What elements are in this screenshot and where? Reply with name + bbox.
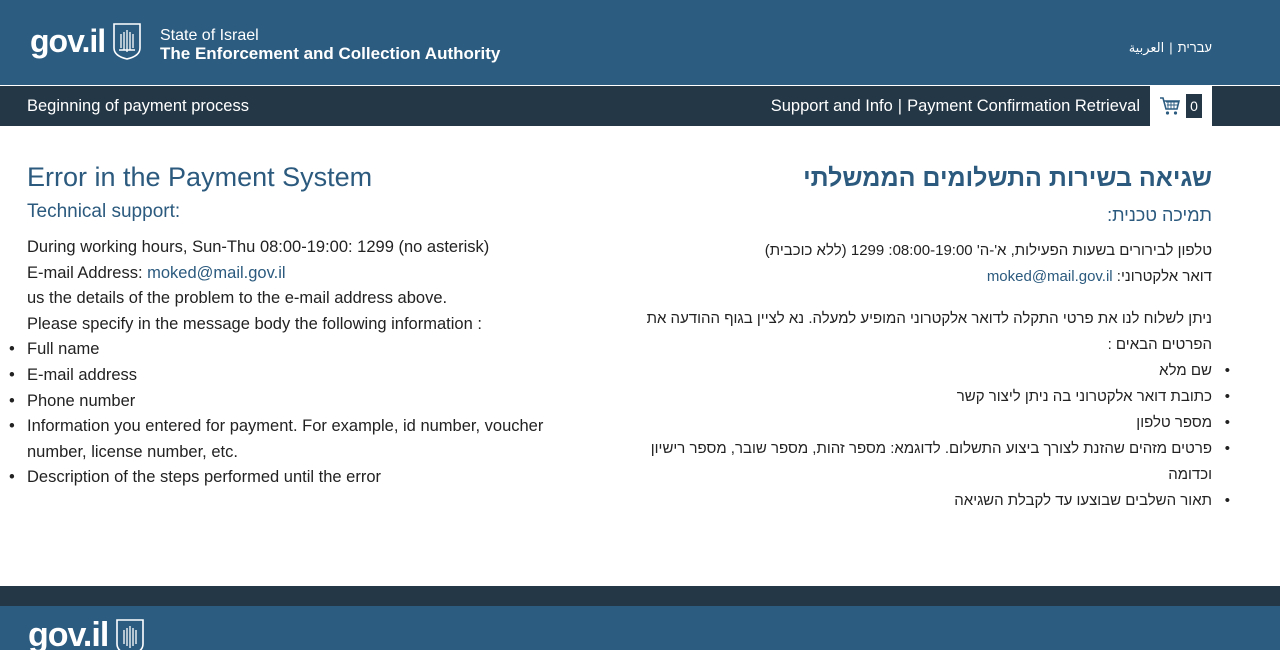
lang-arabic-link[interactable]: العربية [1129,40,1165,55]
list-item: שם מלא [620,358,1230,384]
lang-separator: | [1169,40,1173,55]
site-footer: gov.il [0,606,1280,656]
page-title-he: שגיאה בשירות התשלומים הממשלתי [803,164,1212,192]
list-item: תאור השלבים שבוצעו עד לקבלת השגיאה [620,488,1230,514]
required-info-list-he: שם מלא כתובת דואר אלקטרוני בה ניתן ליצור… [620,358,1230,514]
support-hours-en: During working hours, Sun-Thu 08:00-19:0… [27,238,490,256]
list-item: Information you entered for payment. For… [9,414,587,465]
page-title-en: Error in the Payment System [27,162,373,192]
cart-button[interactable]: 0 [1150,86,1212,126]
email-label-en: E-mail Address: [27,263,148,282]
payment-confirmation-link[interactable]: Payment Confirmation Retrieval [907,97,1140,115]
support-email-link-en[interactable]: moked@mail.gov.il [147,264,285,282]
list-item: כתובת דואר אלקטרוני בה ניתן ליצור קשר [620,384,1230,410]
footer-state-emblem-icon [116,619,145,656]
send-details-en: us the details of the problem to the e-m… [27,289,448,308]
lang-hebrew-link[interactable]: עברית [1178,40,1212,55]
email-line-he: דואר אלקטרוני: moked@mail.gov.il [620,264,1212,290]
language-switcher: עברית | العربية [1129,40,1212,56]
list-item: Full name [9,337,587,363]
support-info-link[interactable]: Support and Info [771,97,893,115]
state-of-israel-label: State of Israel [160,27,259,44]
gov-il-logo-text: gov.il [30,23,106,59]
list-item: Description of the steps performed until… [9,465,587,491]
email-label-he: דואר אלקטרוני: [1112,268,1212,285]
authority-title: The Enforcement and Collection Authority [160,44,501,63]
english-error-panel: Error in the Payment System Technical su… [9,162,587,491]
begin-payment-link[interactable]: Beginning of payment process [27,97,249,116]
shopping-cart-icon [1160,97,1181,115]
send-details-he: ניתן לשלוח לנו את פרטי התקלה לדואר אלקטר… [646,310,1212,353]
list-item: E-mail address [9,363,587,389]
hebrew-error-panel: שגיאה בשירות התשלומים הממשלתי תמיכה טכני… [620,164,1230,514]
support-hours-he: טלפון לבירורים בשעות הפעילות, א'-ה' 08:0… [764,242,1212,259]
gov-il-logo[interactable]: gov.il [30,20,143,62]
list-item: מספר טלפון [620,410,1230,436]
email-line-en: E-mail Address: moked@mail.gov.il [27,261,587,287]
support-heading-he: תמיכה טכנית: [1107,205,1212,225]
list-item: פרטים מזהים שהזנת לצורך ביצוע התשלום. לד… [620,436,1230,488]
support-email-link-he[interactable]: moked@mail.gov.il [987,268,1113,285]
footer-logo-text: gov.il [28,616,109,654]
specify-info-en: Please specify in the message body the f… [27,314,482,333]
support-heading-en: Technical support: [27,201,181,222]
site-header: gov.il State of Israel The Enforcement a… [0,0,1280,85]
list-item: Phone number [9,389,587,415]
nav-right-links: Support and Info | Payment Confirmation Re… [771,97,1140,116]
cart-count-badge: 0 [1186,94,1202,118]
required-info-list-en: Full name E-mail address Phone number In… [9,337,587,491]
footer-gov-il-logo[interactable]: gov.il [28,618,146,656]
nav-separator: | [897,97,903,115]
nav-bar: Beginning of payment process Support and… [0,86,1280,126]
footer-divider [0,586,1280,606]
authority-name: State of Israel The Enforcement and Coll… [160,27,500,63]
state-emblem-icon [113,23,141,60]
